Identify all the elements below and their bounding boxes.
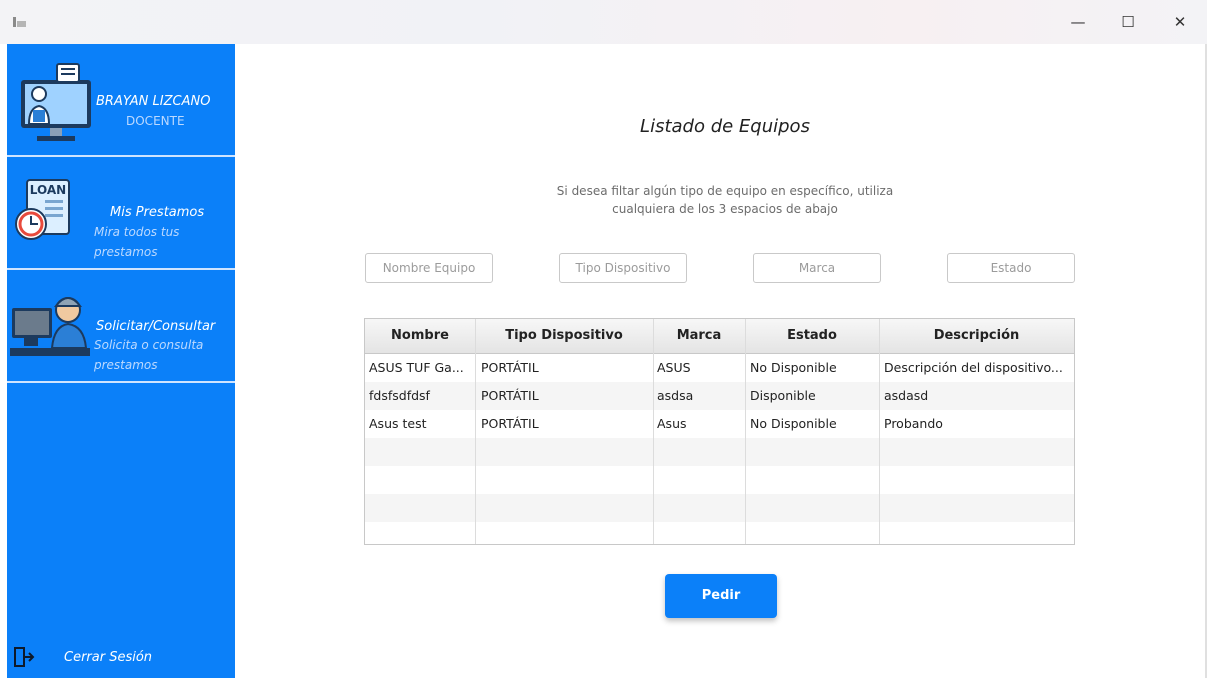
column-header-marca[interactable]: Marca xyxy=(653,319,745,353)
app-icon xyxy=(13,17,26,27)
filter-instructions-line: Si desea filtar algún tipo de equipo en … xyxy=(556,184,894,198)
equipment-table[interactable]: Nombre Tipo Dispositivo Marca Estado Des… xyxy=(364,318,1075,545)
sidebar-item-subtitle: Mira todos tus xyxy=(94,225,180,239)
user-role: DOCENTE xyxy=(126,114,185,128)
column-divider xyxy=(653,319,654,544)
filter-instructions-line: cualquiera de los 3 espacios de abajo xyxy=(612,202,838,216)
filter-marca-input[interactable]: Marca xyxy=(753,253,881,283)
sidebar-divider xyxy=(7,155,235,157)
table-row-empty xyxy=(365,438,1074,466)
column-header-tipo-dispositivo[interactable]: Tipo Dispositivo xyxy=(475,319,653,353)
cell-estado: No Disponible xyxy=(750,416,837,431)
cell-descripcion: asdasd xyxy=(884,388,929,403)
logout-door-icon xyxy=(14,647,35,667)
sidebar-item-subtitle: Solicita o consulta xyxy=(94,338,204,352)
filter-tipo-dispositivo-input[interactable]: Tipo Dispositivo xyxy=(559,253,687,283)
user-name: BRAYAN LIZCANO xyxy=(96,94,211,109)
table-row-empty xyxy=(365,522,1074,544)
filter-nombre-equipo-input[interactable]: Nombre Equipo xyxy=(365,253,493,283)
column-header-nombre[interactable]: Nombre xyxy=(365,319,475,353)
table-row-empty xyxy=(365,466,1074,494)
pedir-button[interactable]: Pedir xyxy=(665,574,777,618)
maximize-button[interactable]: ☐ xyxy=(1108,10,1148,34)
cell-estado: Disponible xyxy=(750,388,816,403)
sidebar-divider xyxy=(7,381,235,383)
filter-estado-input[interactable]: Estado xyxy=(947,253,1075,283)
loan-clock-icon: LOAN xyxy=(15,179,70,240)
teacher-computer-icon xyxy=(21,63,91,141)
column-header-estado[interactable]: Estado xyxy=(745,319,879,353)
cell-tipo: PORTÁTIL xyxy=(481,416,539,431)
sidebar-item-subtitle: prestamos xyxy=(94,245,158,259)
table-header: Nombre Tipo Dispositivo Marca Estado Des… xyxy=(365,319,1074,354)
filter-instructions: Si desea filtar algún tipo de equipo en … xyxy=(470,182,980,218)
column-header-descripcion[interactable]: Descripción xyxy=(879,319,1074,353)
table-row[interactable]: fdsfsdfdsf PORTÁTIL asdsa Disponible asd… xyxy=(365,382,1074,410)
column-divider xyxy=(475,319,476,544)
cell-descripcion: Probando xyxy=(884,416,943,431)
sidebar-divider xyxy=(7,268,235,270)
cell-marca: ASUS xyxy=(657,360,691,375)
cell-tipo: PORTÁTIL xyxy=(481,388,539,403)
window-titlebar: — ☐ ✕ xyxy=(0,0,1207,44)
sidebar-item-label: Solicitar/Consultar xyxy=(96,319,216,334)
cell-marca: asdsa xyxy=(657,388,694,403)
close-button[interactable]: ✕ xyxy=(1160,10,1200,34)
person-computer-icon xyxy=(10,297,90,356)
table-row-empty xyxy=(365,494,1074,522)
sidebar-item-label: Mis Prestamos xyxy=(110,205,205,220)
cell-marca: Asus xyxy=(657,416,687,431)
cell-estado: No Disponible xyxy=(750,360,837,375)
sidebar-item-subtitle: prestamos xyxy=(94,358,158,372)
sidebar: BRAYAN LIZCANO DOCENTE LOAN Mis Prestamo… xyxy=(7,44,235,678)
column-divider xyxy=(745,319,746,544)
page-title: Listado de Equipos xyxy=(640,116,810,137)
cell-nombre: ASUS TUF Ga... xyxy=(369,360,464,375)
column-divider xyxy=(879,319,880,544)
cell-tipo: PORTÁTIL xyxy=(481,360,539,375)
loan-icon-label: LOAN xyxy=(30,183,66,197)
logout-label: Cerrar Sesión xyxy=(64,650,153,665)
minimize-button[interactable]: — xyxy=(1058,10,1098,34)
cell-nombre: Asus test xyxy=(369,416,427,431)
cell-nombre: fdsfsdfdsf xyxy=(369,388,430,403)
cell-descripcion: Descripción del dispositivo... xyxy=(884,360,1063,375)
table-row[interactable]: ASUS TUF Ga... PORTÁTIL ASUS No Disponib… xyxy=(365,354,1074,382)
table-row[interactable]: Asus test PORTÁTIL Asus No Disponible Pr… xyxy=(365,410,1074,438)
